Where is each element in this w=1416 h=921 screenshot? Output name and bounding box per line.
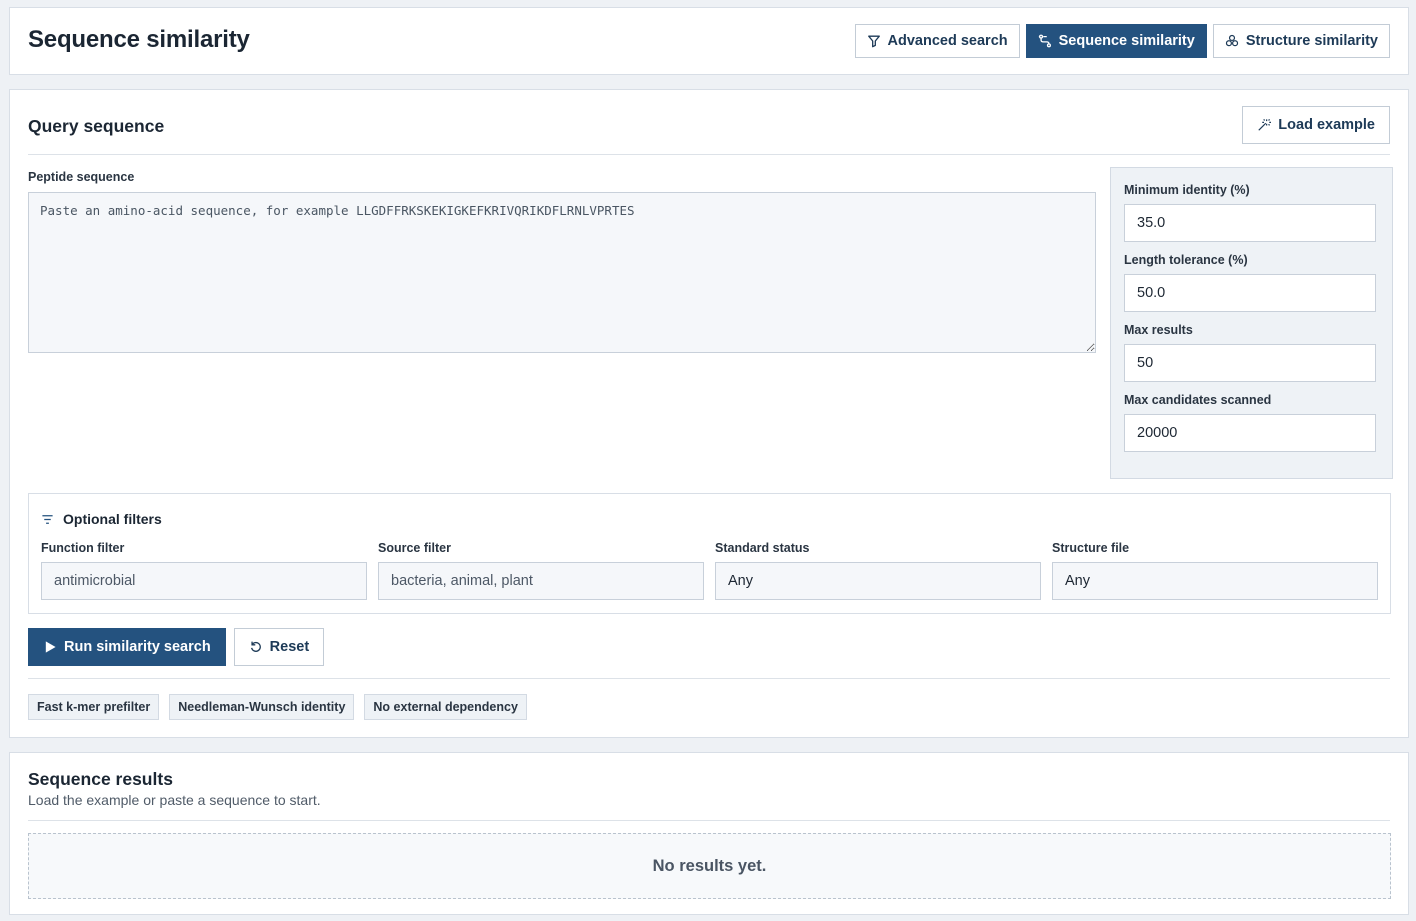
optional-filters-box: Optional filters Function filter Source … [28, 493, 1391, 614]
length-tolerance-label: Length tolerance (%) [1124, 253, 1248, 267]
function-filter-group: Function filter [41, 541, 367, 600]
cluster-icon [1225, 34, 1238, 47]
load-example-button[interactable]: Load example [1242, 106, 1390, 144]
query-divider [28, 154, 1390, 155]
function-filter-label: Function filter [41, 541, 125, 555]
search-mode-nav: Advanced search Sequence similarity Stru… [854, 24, 1390, 58]
advanced-search-button[interactable]: Advanced search [854, 24, 1020, 58]
structure-similarity-button[interactable]: Structure similarity [1212, 24, 1390, 58]
max-results-label: Max results [1124, 323, 1193, 337]
function-filter-input[interactable] [41, 562, 367, 600]
structure-similarity-label: Structure similarity [1245, 33, 1378, 49]
feature-chips: Fast k-mer prefilter Needleman-Wunsch id… [28, 694, 527, 720]
magic-wand-icon [1258, 118, 1272, 131]
page-title: Sequence similarity [28, 26, 250, 53]
query-card: Query sequence Load example Peptide sequ… [9, 89, 1409, 738]
standard-status-select[interactable]: Any [715, 562, 1041, 600]
results-divider [28, 820, 1390, 821]
filter-lines-icon [42, 514, 53, 524]
optional-filters-title: Optional filters [63, 511, 162, 527]
source-filter-group: Source filter [378, 541, 704, 600]
structure-file-label: Structure file [1052, 541, 1130, 555]
results-empty-state: No results yet. [28, 833, 1391, 899]
max-results-input[interactable] [1124, 344, 1376, 382]
peptide-sequence-label: Peptide sequence [28, 170, 135, 184]
min-identity-label: Minimum identity (%) [1124, 183, 1250, 197]
filter-icon [867, 35, 880, 48]
branch-icon [1038, 34, 1051, 48]
max-results-group: Max results [1124, 323, 1379, 382]
source-filter-label: Source filter [378, 541, 451, 555]
search-parameters-panel: Minimum identity (%) Length tolerance (%… [1110, 167, 1393, 479]
structure-file-group: Structure file Any [1052, 541, 1378, 600]
standard-status-label: Standard status [715, 541, 810, 555]
max-candidates-group: Max candidates scanned [1124, 393, 1379, 452]
length-tolerance-group: Length tolerance (%) [1124, 253, 1379, 312]
query-section-title: Query sequence [28, 116, 165, 136]
play-icon [45, 641, 56, 653]
optional-filters-header[interactable]: Optional filters [41, 511, 162, 527]
results-card: Sequence results Load the example or pas… [9, 752, 1409, 915]
reset-label: Reset [269, 639, 310, 655]
min-identity-input[interactable] [1124, 204, 1376, 242]
load-example-label: Load example [1278, 117, 1375, 133]
filters-row: Function filter Source filter Standard s… [41, 541, 1378, 600]
feature-chip: Needleman-Wunsch identity [169, 694, 355, 720]
results-title: Sequence results [28, 769, 173, 789]
min-identity-group: Minimum identity (%) [1124, 183, 1379, 242]
run-similarity-search-label: Run similarity search [64, 639, 211, 655]
sequence-similarity-label: Sequence similarity [1058, 33, 1195, 49]
source-filter-input[interactable] [378, 562, 704, 600]
chips-divider [28, 678, 1390, 679]
feature-chip: Fast k-mer prefilter [28, 694, 160, 720]
results-subtitle: Load the example or paste a sequence to … [28, 792, 321, 808]
standard-status-group: Standard status Any [715, 541, 1041, 600]
header-card: Sequence similarity Advanced search Sequ… [9, 7, 1409, 75]
length-tolerance-input[interactable] [1124, 274, 1376, 312]
max-candidates-input[interactable] [1124, 414, 1376, 452]
action-row: Run similarity search Reset [28, 628, 325, 666]
max-candidates-label: Max candidates scanned [1124, 393, 1272, 407]
refresh-icon [250, 641, 261, 652]
reset-button[interactable]: Reset [233, 628, 325, 666]
structure-file-select[interactable]: Any [1052, 562, 1378, 600]
sequence-similarity-button[interactable]: Sequence similarity [1025, 24, 1207, 58]
peptide-sequence-input[interactable] [28, 192, 1096, 353]
feature-chip: No external dependency [364, 694, 527, 720]
advanced-search-label: Advanced search [887, 33, 1008, 49]
run-similarity-search-button[interactable]: Run similarity search [28, 628, 226, 666]
